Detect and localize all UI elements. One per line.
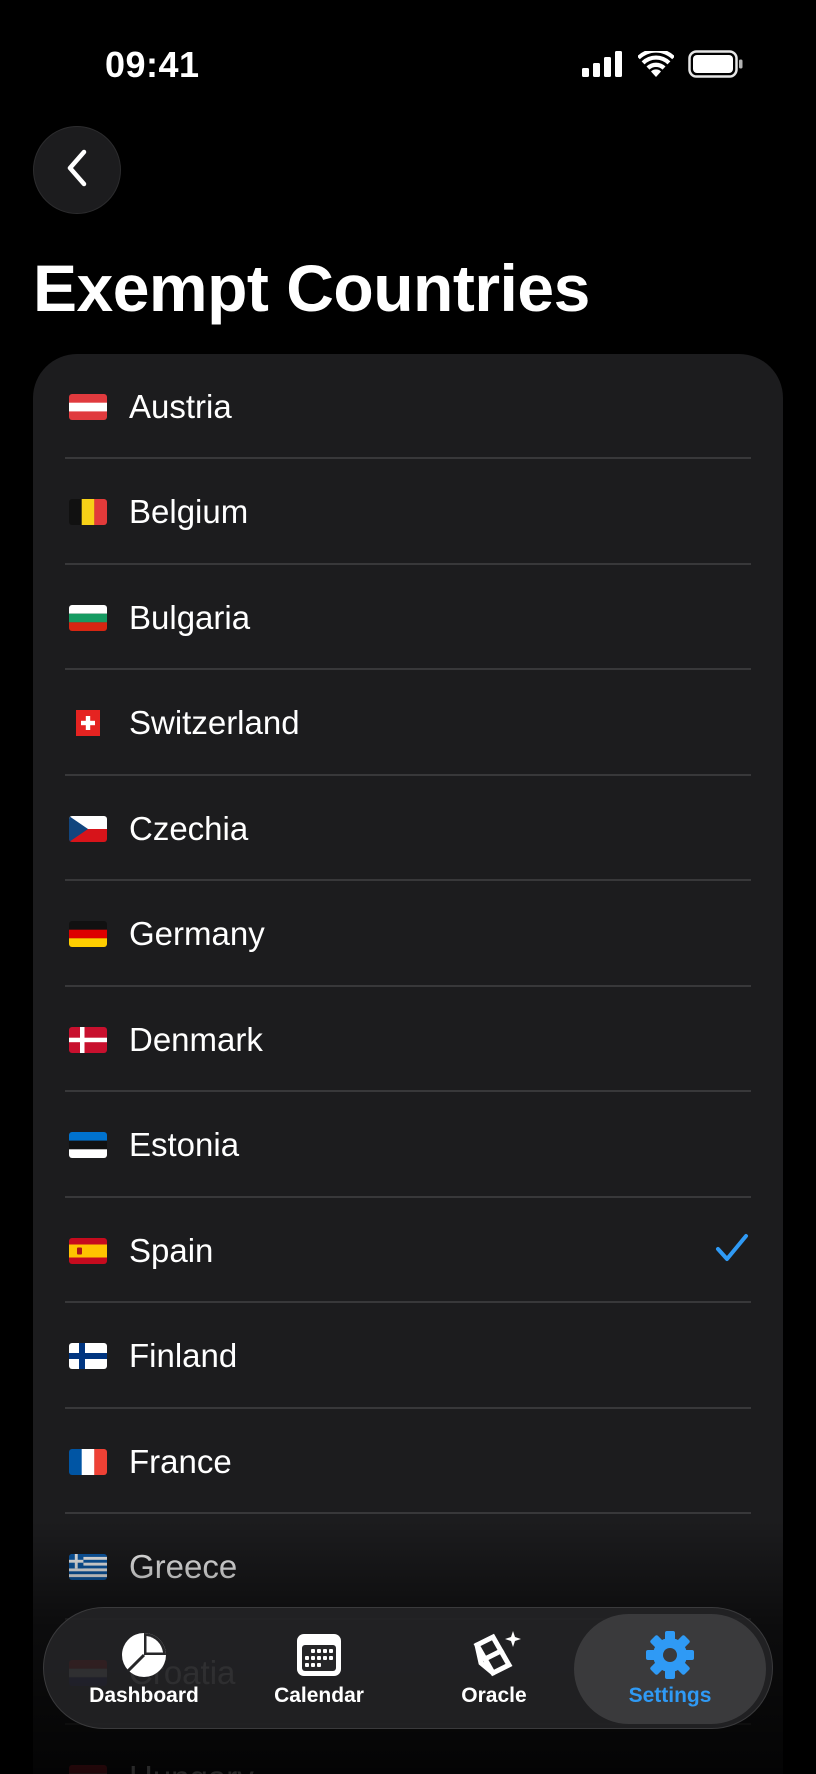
- switzerland-flag-icon: [69, 710, 107, 736]
- belgium-flag-icon: [69, 499, 107, 525]
- status-icons: [582, 48, 744, 83]
- back-button[interactable]: [33, 126, 121, 214]
- country-row-czechia[interactable]: Czechia: [33, 776, 783, 881]
- france-flag-icon: [69, 1448, 107, 1475]
- tab-label: Dashboard: [89, 1684, 199, 1707]
- country-label: France: [129, 1442, 232, 1480]
- tab-calendar[interactable]: Calendar: [239, 1608, 399, 1730]
- country-label: Austria: [129, 387, 232, 425]
- tab-settings[interactable]: Settings: [574, 1614, 766, 1724]
- calendar-icon: [295, 1630, 343, 1680]
- country-label: Spain: [129, 1231, 214, 1269]
- oracle-sparkle-icon: [467, 1630, 521, 1680]
- country-label: Estonia: [129, 1126, 240, 1163]
- status-time: 09:41: [105, 44, 200, 85]
- country-row-finland[interactable]: Finland: [33, 1304, 783, 1409]
- finland-flag-icon: [69, 1343, 107, 1369]
- gear-icon: [645, 1630, 695, 1680]
- country-label: Czechia: [129, 809, 249, 847]
- country-row-switzerland[interactable]: Switzerland: [33, 671, 783, 776]
- country-row-germany[interactable]: Germany: [33, 882, 783, 987]
- tab-label: Calendar: [274, 1684, 364, 1707]
- tab-oracle[interactable]: Oracle: [414, 1608, 574, 1730]
- country-row-estonia[interactable]: Estonia: [33, 1093, 783, 1198]
- spain-flag-icon: [69, 1237, 107, 1264]
- bulgaria-flag-icon: [69, 604, 107, 631]
- battery-icon: [688, 50, 744, 83]
- tab-dashboard[interactable]: Dashboard: [64, 1608, 224, 1730]
- country-row-france[interactable]: France: [33, 1409, 783, 1514]
- wifi-icon: [637, 48, 675, 83]
- country-row-belgium[interactable]: Belgium: [33, 460, 783, 565]
- country-label: Switzerland: [129, 704, 300, 741]
- country-row-austria[interactable]: Austria: [33, 354, 783, 459]
- denmark-flag-icon: [69, 1026, 107, 1053]
- country-row-spain[interactable]: Spain: [33, 1198, 783, 1303]
- czechia-flag-icon: [69, 815, 107, 842]
- cellular-signal-icon: [582, 51, 624, 82]
- country-label: Finland: [129, 1337, 238, 1374]
- austria-flag-icon: [69, 393, 107, 420]
- country-label: Belgium: [129, 493, 249, 530]
- tab-label: Settings: [628, 1684, 712, 1707]
- country-row-bulgaria[interactable]: Bulgaria: [33, 565, 783, 670]
- country-label: Bulgaria: [129, 598, 251, 636]
- chevron-left-icon: [62, 148, 92, 193]
- tab-label: Oracle: [461, 1684, 527, 1707]
- estonia-flag-icon: [69, 1132, 107, 1158]
- country-label: Germany: [129, 915, 265, 952]
- tab-bar: Dashboard Calendar Oracle Settings: [43, 1607, 773, 1729]
- checkmark-icon: [715, 1233, 749, 1268]
- page-title: Exempt Countries: [33, 251, 590, 325]
- country-label: Denmark: [129, 1020, 263, 1058]
- status-bar: 09:41: [0, 0, 816, 130]
- pie-chart-icon: [120, 1630, 168, 1680]
- germany-flag-icon: [69, 921, 107, 947]
- country-row-denmark[interactable]: Denmark: [33, 987, 783, 1092]
